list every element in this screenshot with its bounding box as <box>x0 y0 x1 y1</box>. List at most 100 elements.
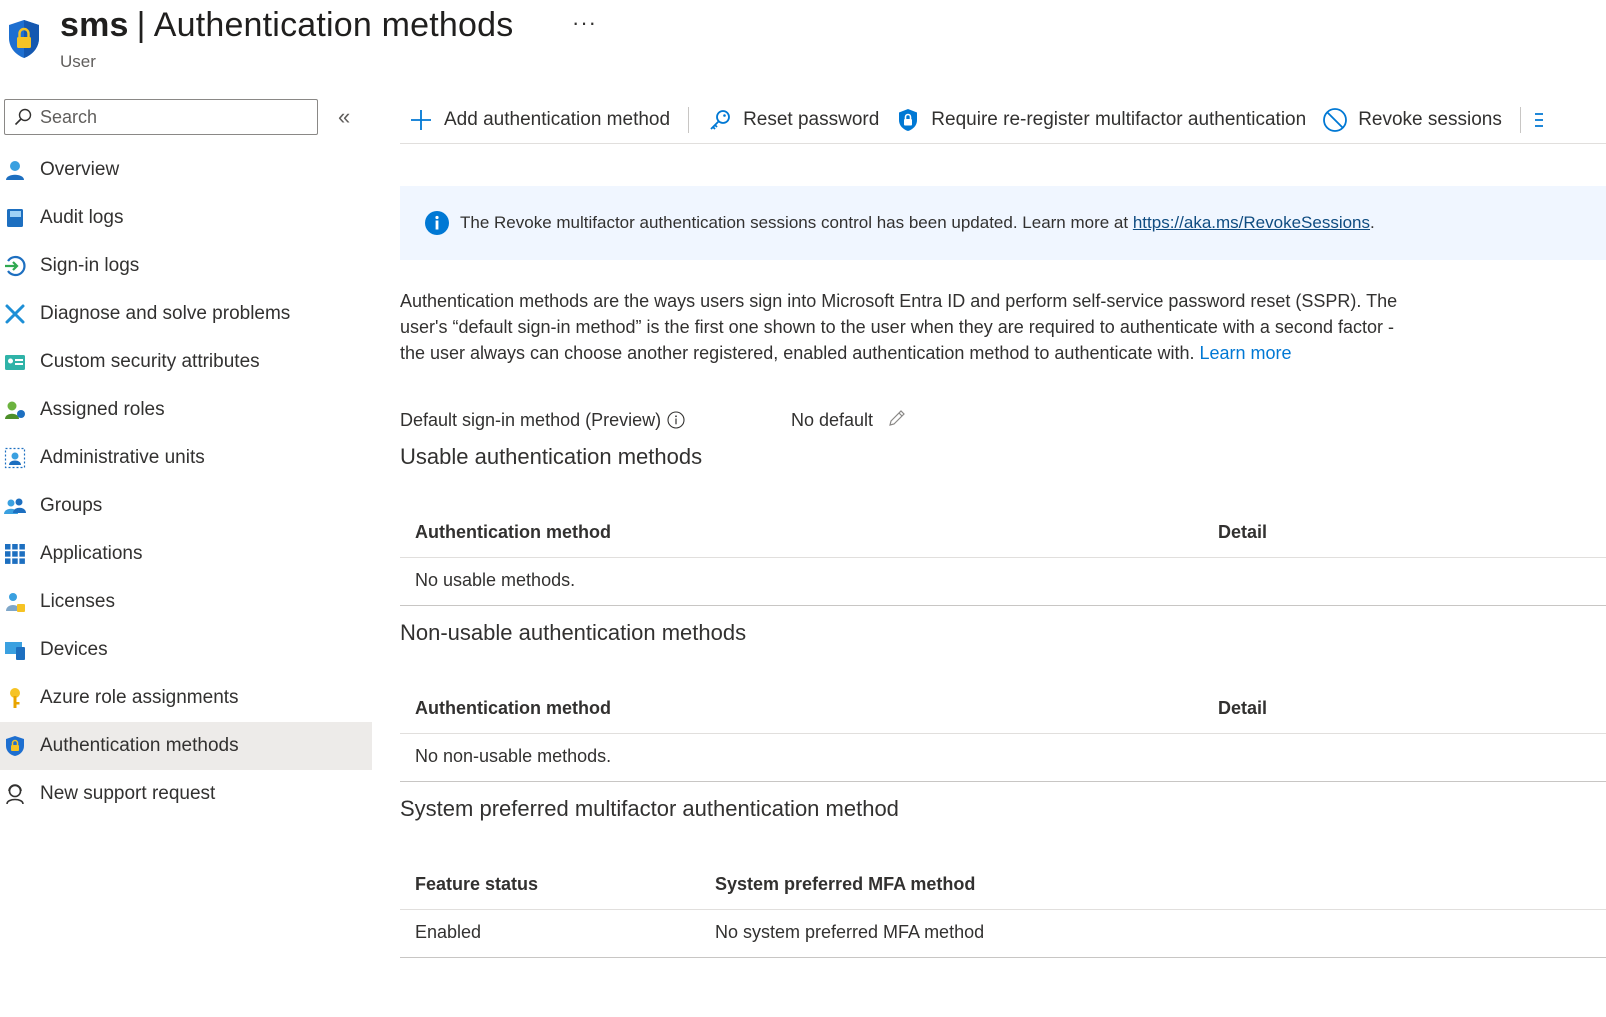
user-icon <box>4 159 26 181</box>
list-icon <box>1533 107 1543 133</box>
title-separator: | <box>136 6 146 44</box>
sidebar-item-label: Diagnose and solve problems <box>40 303 291 324</box>
sidebar-item-label: Sign-in logs <box>40 255 140 276</box>
devices-icon <box>4 639 26 661</box>
default-signin-label: Default sign-in method (Preview) <box>400 409 662 430</box>
banner-message: The Revoke multifactor authentication se… <box>460 213 1133 232</box>
revoke-sessions-label: Revoke sessions <box>1358 108 1502 130</box>
column-header: System preferred MFA method <box>715 874 976 894</box>
sidebar-item-assigned-roles[interactable]: Assigned roles <box>0 386 372 434</box>
sidebar: « Overview Audit logs Sign-in logs Diagn… <box>0 92 372 1017</box>
column-header: Authentication method <box>415 522 611 542</box>
page-name: Authentication methods <box>153 6 514 44</box>
shield-lock-icon <box>4 735 26 757</box>
sidebar-item-label: Azure role assignments <box>40 687 239 708</box>
description-line: the user always can choose another regis… <box>400 340 1500 366</box>
grid-apps-icon <box>4 543 26 565</box>
sidebar-item-label: Groups <box>40 495 103 516</box>
usable-methods-table: Authentication method Detail No usable m… <box>400 508 1606 606</box>
tools-icon <box>4 303 26 325</box>
groups-icon <box>4 495 26 517</box>
non-usable-methods-title: Non-usable authentication methods <box>400 620 747 645</box>
description-line: user's “default sign-in method” is the f… <box>400 317 1394 337</box>
reset-password-button[interactable]: Reset password <box>699 102 887 138</box>
sidebar-item-applications[interactable]: Applications <box>0 530 372 578</box>
sidebar-item-overview[interactable]: Overview <box>0 146 372 194</box>
reset-password-label: Reset password <box>743 108 880 130</box>
add-authentication-method-label: Add authentication method <box>444 108 671 130</box>
table-row: No non-usable methods. <box>400 734 1606 782</box>
sidebar-item-authentication-methods[interactable]: Authentication methods <box>0 722 372 770</box>
user-role-icon <box>4 399 26 421</box>
sidebar-item-audit-logs[interactable]: Audit logs <box>0 194 372 242</box>
sidebar-item-label: New support request <box>40 783 216 804</box>
sign-in-icon <box>4 255 26 277</box>
edit-icon[interactable] <box>887 408 907 428</box>
sidebar-item-custom-security-attributes[interactable]: Custom security attributes <box>0 338 372 386</box>
support-icon <box>4 783 26 805</box>
info-icon[interactable] <box>667 411 685 429</box>
toolbar-divider <box>1519 106 1521 133</box>
system-preferred-method-value: No system preferred MFA method <box>715 922 985 942</box>
banner-suffix: . <box>1370 213 1375 232</box>
key-icon <box>707 107 733 133</box>
sidebar-item-label: Licenses <box>40 591 115 612</box>
non-usable-methods-table: Authentication method Detail No non-usab… <box>400 684 1606 782</box>
info-banner: The Revoke multifactor authentication se… <box>400 186 1606 260</box>
table-row: No usable methods. <box>400 558 1606 606</box>
column-header: Detail <box>1218 522 1268 542</box>
search-input[interactable] <box>40 106 300 128</box>
page-header: sms | Authentication methods ··· User <box>0 0 1606 84</box>
empty-message: No non-usable methods. <box>415 746 612 766</box>
resource-name: sms <box>60 6 129 44</box>
revoke-sessions-link[interactable]: https://aka.ms/RevokeSessions <box>1133 213 1370 232</box>
sidebar-item-label: Authentication methods <box>40 735 239 756</box>
sidebar-item-label: Custom security attributes <box>40 351 260 372</box>
plus-icon <box>408 107 434 133</box>
key-icon <box>4 687 26 709</box>
book-icon <box>4 207 26 229</box>
sidebar-item-label: Audit logs <box>40 207 124 228</box>
sidebar-item-label: Assigned roles <box>40 399 165 420</box>
table-header: Authentication method Detail <box>400 508 1606 558</box>
shield-lock-icon <box>9 20 39 58</box>
sidebar-item-licenses[interactable]: Licenses <box>0 578 372 626</box>
column-header: Feature status <box>415 874 539 894</box>
usable-methods-title: Usable authentication methods <box>400 444 703 469</box>
add-authentication-method-button[interactable]: Add authentication method <box>400 102 678 138</box>
require-reregister-mfa-label: Require re-register multifactor authenti… <box>931 108 1307 130</box>
sidebar-item-devices[interactable]: Devices <box>0 626 372 674</box>
revoke-sessions-button[interactable]: Revoke sessions <box>1314 102 1510 138</box>
admin-units-icon <box>4 447 26 469</box>
empty-message: No usable methods. <box>415 570 576 590</box>
system-preferred-table: Feature status System preferred MFA meth… <box>400 860 1606 958</box>
banner-text: The Revoke multifactor authentication se… <box>460 213 1375 233</box>
shield-lock-icon <box>895 107 921 133</box>
sidebar-item-azure-role-assignments[interactable]: Azure role assignments <box>0 674 372 722</box>
sidebar-item-sign-in-logs[interactable]: Sign-in logs <box>0 242 372 290</box>
collapse-sidebar-button[interactable]: « <box>338 104 350 130</box>
description-text: the user always can choose another regis… <box>400 343 1200 363</box>
sidebar-item-label: Devices <box>40 639 108 660</box>
require-reregister-mfa-button[interactable]: Require re-register multifactor authenti… <box>887 102 1314 138</box>
system-preferred-title: System preferred multifactor authenticat… <box>400 796 899 821</box>
id-card-icon <box>4 351 26 373</box>
sidebar-item-groups[interactable]: Groups <box>0 482 372 530</box>
sidebar-item-label: Applications <box>40 543 143 564</box>
sidebar-item-new-support-request[interactable]: New support request <box>0 770 372 818</box>
description: Authentication methods are the ways user… <box>400 288 1500 366</box>
description-line: Authentication methods are the ways user… <box>400 291 1398 311</box>
license-icon <box>4 591 26 613</box>
search-icon <box>14 108 32 126</box>
sidebar-item-label: Administrative units <box>40 447 205 468</box>
learn-more-link[interactable]: Learn more <box>1200 343 1292 363</box>
sidebar-item-administrative-units[interactable]: Administrative units <box>0 434 372 482</box>
sidebar-search[interactable] <box>4 99 318 135</box>
sidebar-nav: Overview Audit logs Sign-in logs Diagnos… <box>0 146 372 818</box>
table-row: Enabled No system preferred MFA method <box>400 910 1606 958</box>
table-header: Feature status System preferred MFA meth… <box>400 860 1606 910</box>
overflow-menu-button[interactable] <box>1531 102 1545 138</box>
info-icon <box>425 211 449 235</box>
sidebar-item-diagnose[interactable]: Diagnose and solve problems <box>0 290 372 338</box>
more-options-button[interactable]: ··· <box>572 10 597 36</box>
